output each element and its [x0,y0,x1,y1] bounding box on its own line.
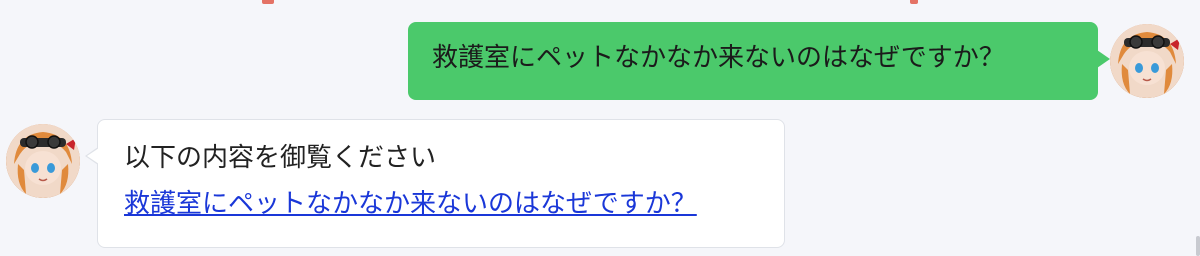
cropped-decoration [910,0,918,4]
bot-avatar [6,124,80,198]
anime-girl-avatar-icon [6,124,80,198]
scrollbar[interactable] [1196,236,1200,256]
user-message-bubble: 救護室にペットなかなか来ないのはなぜですか？ [408,22,1110,100]
bot-message-bubble: 以下の内容を御覧ください 救護室にペットなかなか来ないのはなぜですか？ [85,119,785,248]
cropped-decoration [262,0,274,4]
anime-girl-avatar-icon [1110,24,1184,98]
faq-link[interactable]: 救護室にペットなかなか来ないのはなぜですか？ [124,189,697,219]
bot-message-intro: 以下の内容を御覧ください [124,143,437,173]
user-message-text: 救護室にペットなかなか来ないのはなぜですか？ [432,43,1005,73]
chat-window: 救護室にペットなかなか来ないのはなぜですか？ 以下の内容を御覧ください 救護室に… [0,0,1200,256]
user-avatar [1110,24,1184,98]
